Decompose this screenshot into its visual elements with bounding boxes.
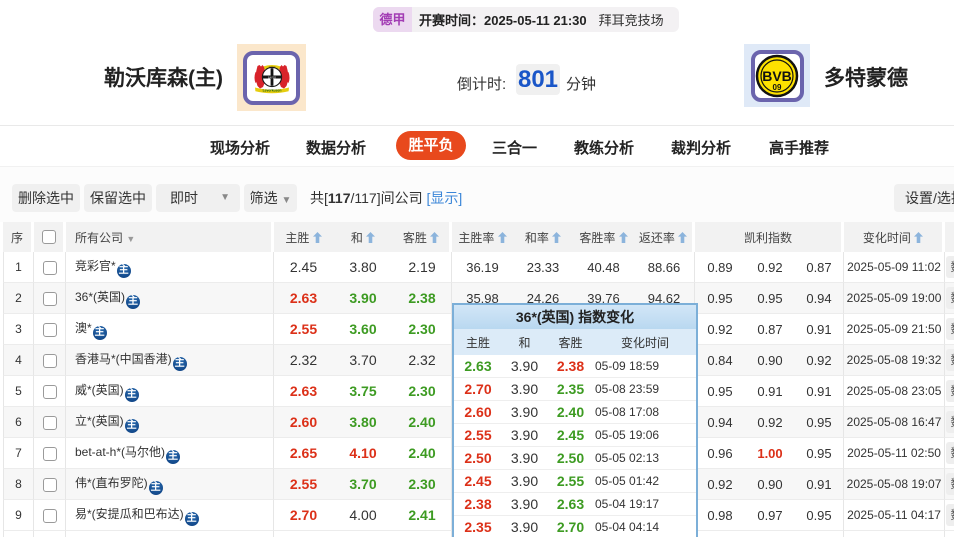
svg-text:BVB: BVB bbox=[762, 68, 792, 84]
svg-text:09: 09 bbox=[773, 83, 782, 92]
svg-text:Leverkusen: Leverkusen bbox=[262, 88, 281, 92]
svg-text:BAYER: BAYER bbox=[268, 76, 276, 79]
